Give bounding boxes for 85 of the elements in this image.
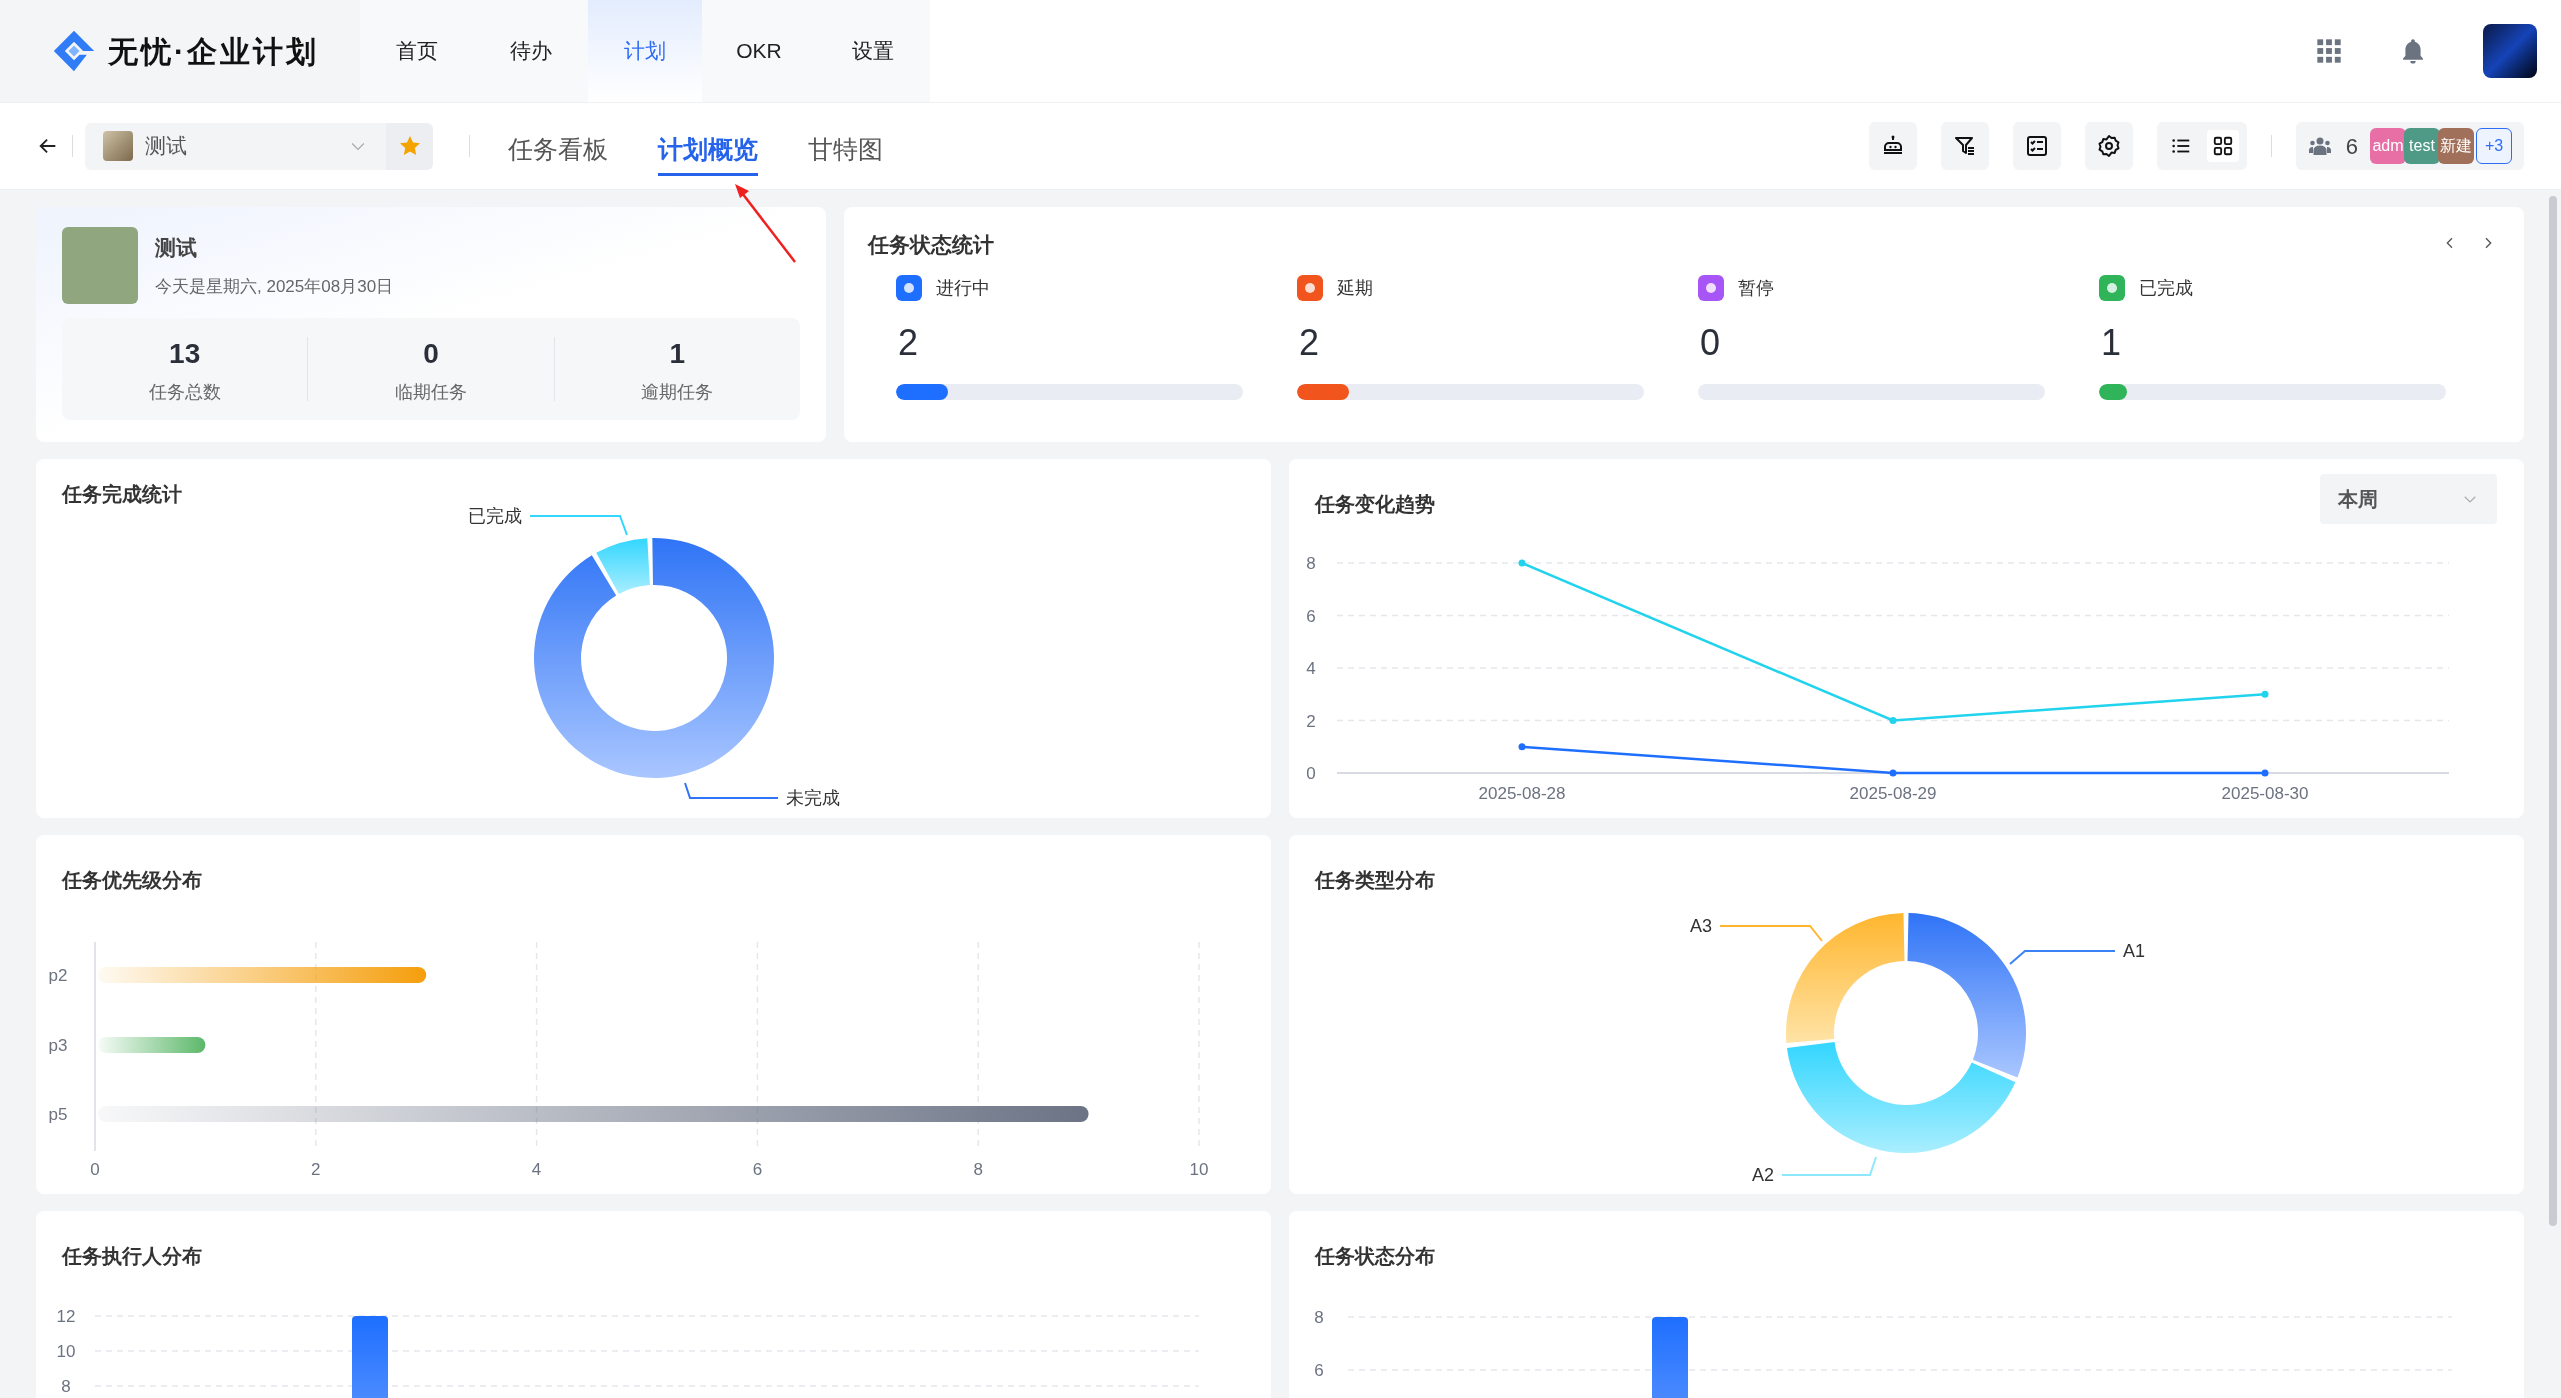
nav-tab[interactable]: 计划 bbox=[588, 0, 702, 102]
segment-label: 未完成 bbox=[786, 788, 840, 808]
card-title: 任务变化趋势 bbox=[1315, 492, 1435, 517]
axis-tick-label: 2025-08-29 bbox=[1849, 784, 1937, 803]
view-tab[interactable]: 任务看板 bbox=[508, 120, 608, 176]
axis-tick-label: 2025-08-30 bbox=[2221, 784, 2309, 803]
project-name: 测试 bbox=[155, 235, 198, 261]
axis-tick-label: p3 bbox=[48, 1036, 68, 1055]
project-select[interactable]: 测试 bbox=[85, 122, 386, 170]
axis-tick-label: 8 bbox=[973, 1160, 983, 1179]
card-title: 任务状态分布 bbox=[1315, 1244, 1435, 1269]
view-tab[interactable]: 甘特图 bbox=[808, 120, 883, 176]
axis-tick-label: 8 bbox=[1306, 554, 1316, 573]
axis-tick-label: 4 bbox=[531, 1160, 542, 1179]
logo-icon bbox=[52, 29, 96, 73]
more-members-badge[interactable]: +3 bbox=[2476, 128, 2512, 164]
stat-label: 逾期任务 bbox=[641, 380, 714, 404]
data-point bbox=[2261, 690, 2269, 698]
axis-tick-label: 6 bbox=[1306, 606, 1316, 626]
apps-grid-icon bbox=[2315, 37, 2343, 65]
nav-tab[interactable]: 设置 bbox=[816, 0, 930, 102]
axis-tick-label: 0 bbox=[1306, 764, 1316, 783]
axis-tick-label: 6 bbox=[1314, 1361, 1324, 1380]
axis-tick-label: 10 bbox=[1189, 1160, 1209, 1179]
segment-label: 已完成 bbox=[468, 506, 522, 526]
card-title: 任务优先级分布 bbox=[62, 868, 202, 893]
segment-label: A3 bbox=[1689, 916, 1712, 936]
card-title: 任务类型分布 bbox=[1315, 868, 1435, 893]
segment-label: A1 bbox=[2123, 941, 2146, 961]
status-count: 0 bbox=[1700, 320, 1722, 365]
date-text: 今天是星期六, 2025年08月30日 bbox=[155, 275, 394, 298]
status-label: 暂停 bbox=[1738, 276, 1774, 300]
status-count: 2 bbox=[1299, 320, 1321, 365]
view-tab[interactable]: 计划概览 bbox=[658, 120, 758, 176]
nav-tab[interactable]: 首页 bbox=[360, 0, 474, 102]
grid-icon bbox=[2211, 135, 2234, 157]
checklist-icon bbox=[2024, 134, 2049, 158]
axis-tick-label: 2025-08-28 bbox=[1478, 784, 1566, 803]
axis-tick-label: 6 bbox=[752, 1160, 763, 1179]
status-count: 1 bbox=[2101, 320, 2123, 365]
axis-tick-label: 0 bbox=[90, 1160, 100, 1179]
card-title: 任务执行人分布 bbox=[62, 1244, 202, 1269]
axis-tick-label: 8 bbox=[1314, 1308, 1324, 1327]
data-point bbox=[1518, 559, 1526, 567]
axis-tick-label: 8 bbox=[61, 1377, 71, 1396]
member-avatar[interactable]: 新建 bbox=[2438, 128, 2474, 164]
status-count: 2 bbox=[898, 320, 920, 365]
segment-label: A2 bbox=[1751, 1165, 1774, 1185]
member-count: 6 bbox=[2345, 132, 2358, 161]
card-title: 任务完成统计 bbox=[62, 482, 182, 507]
data-point bbox=[1518, 743, 1526, 751]
axis-tick-label: p5 bbox=[48, 1105, 68, 1124]
status-label: 已完成 bbox=[2139, 276, 2193, 300]
user-avatar[interactable] bbox=[2483, 24, 2537, 78]
scrollbar-thumb[interactable] bbox=[2549, 196, 2557, 1226]
axis-tick-label: 2 bbox=[1306, 711, 1316, 731]
period-select[interactable]: 本周 bbox=[2320, 474, 2497, 524]
status-label: 进行中 bbox=[936, 276, 990, 300]
status-label: 延期 bbox=[1337, 276, 1373, 300]
task-list-button[interactable] bbox=[2012, 122, 2061, 170]
app-title: 无忧·企业计划 bbox=[108, 33, 319, 70]
data-point bbox=[1889, 717, 1897, 724]
stat-value: 1 bbox=[669, 336, 686, 371]
data-point bbox=[1889, 769, 1897, 777]
stat-value: 0 bbox=[423, 336, 439, 371]
axis-tick-label: 12 bbox=[56, 1307, 76, 1326]
axis-tick-label: 2 bbox=[311, 1160, 321, 1179]
settings-button[interactable] bbox=[2084, 122, 2133, 170]
data-point bbox=[2261, 769, 2269, 777]
nav-tab[interactable]: OKR bbox=[702, 0, 816, 102]
grid-view-button[interactable] bbox=[2206, 130, 2239, 162]
filter-list-icon bbox=[1952, 134, 1977, 158]
nav-tab[interactable]: 待办 bbox=[474, 0, 588, 102]
axis-tick-label: 10 bbox=[56, 1342, 76, 1361]
robot-button[interactable] bbox=[1868, 122, 1917, 170]
settings-icon bbox=[2096, 134, 2121, 158]
axis-tick-label: p2 bbox=[48, 966, 68, 985]
stat-label: 任务总数 bbox=[148, 380, 221, 404]
stat-value: 13 bbox=[169, 336, 201, 371]
filter-button[interactable] bbox=[1940, 122, 1989, 170]
members-group[interactable]: 6 adm test 新建 +3 bbox=[2295, 122, 2524, 170]
project-thumbnail bbox=[103, 131, 133, 161]
card-title: 任务状态统计 bbox=[868, 232, 994, 258]
axis-tick-label: 4 bbox=[1306, 659, 1316, 678]
stat-label: 临期任务 bbox=[395, 380, 467, 404]
